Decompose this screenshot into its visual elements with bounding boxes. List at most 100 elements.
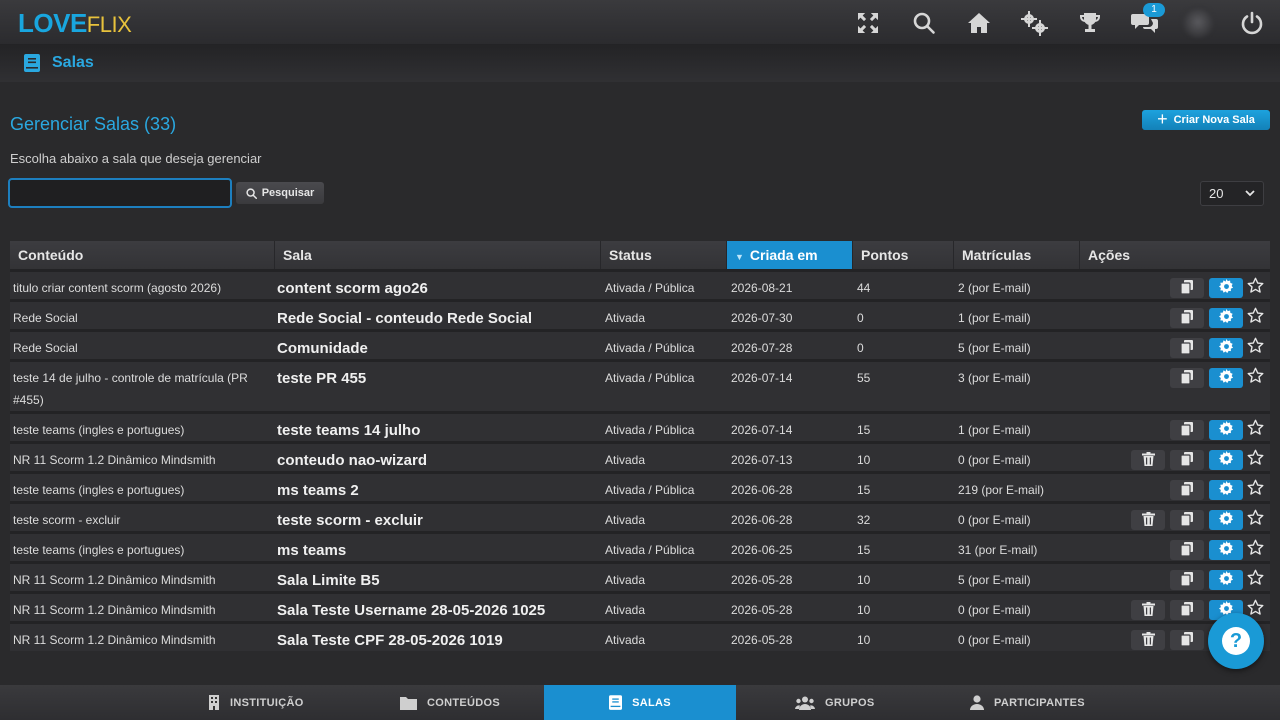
duplicate-button[interactable] xyxy=(1170,480,1204,500)
star-icon[interactable] xyxy=(1245,275,1265,295)
delete-button[interactable] xyxy=(1131,600,1165,620)
search-icon[interactable] xyxy=(910,9,938,37)
cell-room[interactable]: Sala Teste Username 28-05-2026 1025 xyxy=(277,602,545,619)
folder-icon xyxy=(400,696,417,710)
star-icon[interactable] xyxy=(1245,537,1265,557)
duplicate-button[interactable] xyxy=(1170,540,1204,560)
delete-button[interactable] xyxy=(1131,450,1165,470)
book-icon xyxy=(24,54,40,77)
cell-room[interactable]: Rede Social - conteudo Rede Social xyxy=(277,310,532,327)
column-header[interactable]: Status xyxy=(601,241,727,269)
settings-button[interactable] xyxy=(1209,308,1243,328)
table-row[interactable]: NR 11 Scorm 1.2 Dinâmico Mindsmith Sala T… xyxy=(10,621,1270,651)
star-icon[interactable] xyxy=(1245,507,1265,527)
cell-enrollments: 31 (por E-mail) xyxy=(958,543,1038,557)
cell-room[interactable]: Sala Teste CPF 28-05-2026 1019 xyxy=(277,632,503,649)
duplicate-button[interactable] xyxy=(1170,510,1204,530)
duplicate-button[interactable] xyxy=(1170,308,1204,328)
home-icon[interactable] xyxy=(965,9,993,37)
star-icon[interactable] xyxy=(1245,305,1265,325)
cell-points: 32 xyxy=(857,513,871,527)
table-row[interactable]: titulo criar content scorm (agosto 2026)… xyxy=(10,269,1270,299)
star-icon[interactable] xyxy=(1245,417,1265,437)
help-button[interactable]: ? xyxy=(1208,613,1264,669)
settings-icon[interactable] xyxy=(1020,9,1048,37)
cell-room[interactable]: content scorm ago26 xyxy=(277,280,428,297)
expand-icon[interactable] xyxy=(854,9,882,37)
cell-content: teste scorm - excluir xyxy=(13,513,121,527)
star-icon[interactable] xyxy=(1245,447,1265,467)
duplicate-button[interactable] xyxy=(1170,338,1204,358)
search-button[interactable]: Pesquisar xyxy=(236,182,324,204)
settings-button[interactable] xyxy=(1209,338,1243,358)
table-row[interactable]: teste teams (ingles e portugues) teste te… xyxy=(10,411,1270,441)
delete-button[interactable] xyxy=(1131,630,1165,650)
column-header[interactable]: Conteúdo xyxy=(10,241,275,269)
duplicate-button[interactable] xyxy=(1170,278,1204,298)
star-icon[interactable] xyxy=(1245,335,1265,355)
table-row[interactable]: teste scorm - excluir teste scorm - exclu… xyxy=(10,501,1270,531)
building-icon xyxy=(209,695,219,710)
nav-rooms[interactable]: SALAS xyxy=(544,685,736,720)
table-row[interactable]: Rede Social Comunidade Ativada / Pública 20… xyxy=(10,329,1270,359)
star-icon[interactable] xyxy=(1245,477,1265,497)
power-icon[interactable] xyxy=(1238,9,1266,37)
copy-icon xyxy=(1180,601,1194,619)
avatar[interactable] xyxy=(1182,6,1214,38)
create-room-button[interactable]: + Criar Nova Sala xyxy=(1142,110,1270,130)
search-input[interactable] xyxy=(8,178,232,208)
duplicate-button[interactable] xyxy=(1170,450,1204,470)
star-icon[interactable] xyxy=(1245,597,1265,617)
delete-button[interactable] xyxy=(1131,510,1165,530)
cell-created: 2026-06-28 xyxy=(731,513,793,527)
cell-status: Ativada xyxy=(605,513,646,527)
cell-content: NR 11 Scorm 1.2 Dinâmico Mindsmith xyxy=(13,453,216,467)
settings-button[interactable] xyxy=(1209,540,1243,560)
settings-button[interactable] xyxy=(1209,278,1243,298)
trophy-icon[interactable] xyxy=(1076,9,1104,37)
duplicate-button[interactable] xyxy=(1170,600,1204,620)
settings-button[interactable] xyxy=(1209,368,1243,388)
cell-room[interactable]: Comunidade xyxy=(277,340,368,357)
section-subtitle: Escolha abaixo a sala que deseja gerenci… xyxy=(10,151,262,166)
column-header[interactable]: Pontos xyxy=(853,241,954,269)
cell-room[interactable]: conteudo nao-wizard xyxy=(277,452,427,469)
duplicate-button[interactable] xyxy=(1170,420,1204,440)
nav-institution[interactable]: INSTITUIÇÃO xyxy=(208,685,304,720)
cell-points: 0 xyxy=(857,341,864,355)
settings-button[interactable] xyxy=(1209,510,1243,530)
table-row[interactable]: teste 14 de julho - controle de matrícul… xyxy=(10,359,1270,411)
cell-room[interactable]: teste teams 14 julho xyxy=(277,422,420,439)
nav-contents[interactable]: CONTEÚDOS xyxy=(400,685,500,720)
cell-room[interactable]: teste PR 455 xyxy=(277,370,366,387)
duplicate-button[interactable] xyxy=(1170,368,1204,388)
settings-button[interactable] xyxy=(1209,570,1243,590)
table-row[interactable]: teste teams (ingles e portugues) ms teams… xyxy=(10,471,1270,501)
column-header: Ações xyxy=(1088,247,1131,263)
cell-room[interactable]: ms teams 2 xyxy=(277,482,359,499)
page-size-select[interactable]: 20 xyxy=(1200,181,1264,206)
duplicate-button[interactable] xyxy=(1170,630,1204,650)
cell-room[interactable]: Sala Limite B5 xyxy=(277,572,380,589)
duplicate-button[interactable] xyxy=(1170,570,1204,590)
cell-points: 15 xyxy=(857,423,871,437)
table-row[interactable]: teste teams (ingles e portugues) ms teams… xyxy=(10,531,1270,561)
settings-button[interactable] xyxy=(1209,420,1243,440)
chat-icon[interactable]: 1 xyxy=(1131,3,1165,37)
table-row[interactable]: Rede Social Rede Social - conteudo Rede S… xyxy=(10,299,1270,329)
star-icon[interactable] xyxy=(1245,365,1265,385)
nav-participants[interactable]: PARTICIPANTES xyxy=(970,685,1085,720)
nav-groups[interactable]: GRUPOS xyxy=(795,685,874,720)
column-header[interactable]: Sala xyxy=(275,241,601,269)
table-row[interactable]: NR 11 Scorm 1.2 Dinâmico Mindsmith Sala T… xyxy=(10,591,1270,621)
settings-button[interactable] xyxy=(1209,480,1243,500)
table-row[interactable]: NR 11 Scorm 1.2 Dinâmico Mindsmith Sala L… xyxy=(10,561,1270,591)
cell-room[interactable]: ms teams xyxy=(277,542,346,559)
table-row[interactable]: NR 11 Scorm 1.2 Dinâmico Mindsmith conteu… xyxy=(10,441,1270,471)
logo[interactable]: LOVEFLIX xyxy=(18,8,132,39)
star-icon[interactable] xyxy=(1245,567,1265,587)
column-header[interactable]: Matrículas xyxy=(954,241,1080,269)
cell-room[interactable]: teste scorm - excluir xyxy=(277,512,423,529)
column-header-sorted[interactable]: ▼ Criada em xyxy=(727,241,853,269)
settings-button[interactable] xyxy=(1209,450,1243,470)
